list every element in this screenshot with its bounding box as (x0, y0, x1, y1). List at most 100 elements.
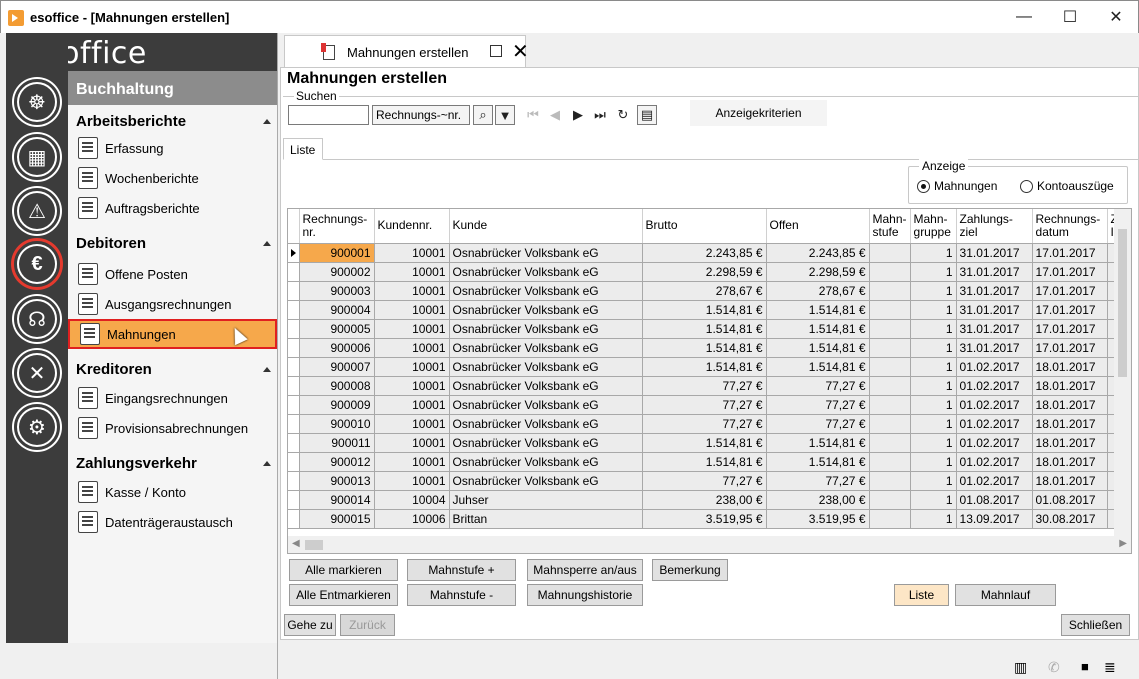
table-cell[interactable]: Osnabrücker Volksbank eG (449, 471, 643, 491)
table-cell[interactable] (869, 490, 911, 510)
close-tab-icon[interactable]: ✕ (512, 39, 529, 64)
row-indicator[interactable] (288, 395, 300, 415)
table-cell[interactable] (869, 395, 911, 415)
table-cell[interactable]: 1.514,81 € (642, 319, 767, 339)
table-cell[interactable]: 900003 (299, 281, 375, 301)
table-cell[interactable]: 18.01.2017 (1032, 433, 1108, 453)
table-cell[interactable]: Osnabrücker Volksbank eG (449, 376, 643, 396)
table-cell[interactable]: 2.298,59 € (642, 262, 767, 282)
table-cell[interactable]: 10001 (374, 414, 450, 434)
table-cell[interactable] (869, 452, 911, 472)
table-cell[interactable] (869, 281, 911, 301)
table-cell[interactable]: 77,27 € (642, 395, 767, 415)
row-indicator[interactable] (288, 376, 300, 396)
menu-item-ausgangsrechnungen[interactable]: Ausgangsrechnungen (68, 289, 277, 319)
row-indicator[interactable] (288, 300, 300, 320)
tab-mahnungen-erstellen[interactable]: Mahnungen erstellen ✕ (284, 35, 529, 67)
table-cell[interactable]: 900006 (299, 338, 375, 358)
table-cell[interactable]: 278,67 € (766, 281, 870, 301)
table-cell[interactable]: Osnabrücker Volksbank eG (449, 281, 643, 301)
table-cell[interactable]: 1 (910, 395, 957, 415)
menu-item-erfassung[interactable]: Erfassung (68, 133, 277, 163)
table-row[interactable]: 900008 10001 Osnabrücker Volksbank eG 77,27… (288, 376, 1122, 396)
column-header[interactable]: Rechnungs-nr. (299, 209, 375, 244)
table-row[interactable]: 900004 10001 Osnabrücker Volksbank eG 1.514… (288, 300, 1122, 320)
rail-support-button[interactable]: ☊ (14, 296, 60, 342)
table-cell[interactable]: Osnabrücker Volksbank eG (449, 414, 643, 434)
table-cell[interactable]: Osnabrücker Volksbank eG (449, 243, 643, 263)
table-cell[interactable]: 01.02.2017 (956, 433, 1033, 453)
table-row[interactable]: 900009 10001 Osnabrücker Volksbank eG 77,27… (288, 395, 1122, 415)
table-cell[interactable]: 1 (910, 300, 957, 320)
radio-kontoauszuege[interactable]: Kontoauszüge (1020, 179, 1114, 193)
menu-item-provisionsabrechnungen[interactable]: Provisionsabrechnungen (68, 413, 277, 443)
mahnlauf-button[interactable]: Mahnlauf (955, 584, 1056, 606)
table-cell[interactable]: 1 (910, 490, 957, 510)
table-cell[interactable]: 1 (910, 338, 957, 358)
table-cell[interactable]: 18.01.2017 (1032, 414, 1108, 434)
rail-tools-button[interactable]: ✕ (14, 350, 60, 396)
scroll-left-icon[interactable]: ◀ (292, 538, 300, 549)
table-cell[interactable] (869, 262, 911, 282)
table-cell[interactable]: 1 (910, 357, 957, 377)
table-cell[interactable]: 900007 (299, 357, 375, 377)
table-cell[interactable]: 2.243,85 € (766, 243, 870, 263)
section-arbeitsberichte[interactable]: Arbeitsberichte (68, 105, 277, 133)
table-cell[interactable]: 900011 (299, 433, 375, 453)
table-cell[interactable]: 17.01.2017 (1032, 338, 1108, 358)
table-row[interactable]: 900012 10001 Osnabrücker Volksbank eG 1.514… (288, 452, 1122, 472)
minimize-button[interactable]: — (1001, 1, 1047, 33)
phone-icon[interactable]: ✆ (1048, 659, 1062, 675)
table-cell[interactable]: 10001 (374, 471, 450, 491)
table-cell[interactable]: 31.01.2017 (956, 281, 1033, 301)
table-cell[interactable] (869, 414, 911, 434)
table-cell[interactable]: Osnabrücker Volksbank eG (449, 319, 643, 339)
table-cell[interactable]: 10001 (374, 376, 450, 396)
table-cell[interactable]: 10006 (374, 509, 450, 529)
table-cell[interactable]: 77,27 € (766, 414, 870, 434)
table-cell[interactable]: 1.514,81 € (766, 357, 870, 377)
row-indicator[interactable] (288, 433, 300, 453)
table-cell[interactable]: 13.09.2017 (956, 509, 1033, 529)
vertical-scrollbar[interactable] (1114, 209, 1131, 538)
table-cell[interactable]: 1 (910, 471, 957, 491)
horizontal-scrollbar[interactable]: ◀ ▶ (288, 536, 1131, 553)
table-cell[interactable]: 77,27 € (642, 414, 767, 434)
liste-button[interactable]: Liste (894, 584, 949, 606)
table-cell[interactable]: 1 (910, 452, 957, 472)
table-cell[interactable]: 1 (910, 319, 957, 339)
row-indicator[interactable] (288, 281, 300, 301)
refresh-icon[interactable]: ↻ (613, 105, 633, 125)
table-cell[interactable]: 77,27 € (766, 376, 870, 396)
table-cell[interactable]: 900013 (299, 471, 375, 491)
table-cell[interactable]: 31.01.2017 (956, 300, 1033, 320)
row-indicator[interactable] (288, 319, 300, 339)
table-cell[interactable]: 900014 (299, 490, 375, 510)
table-row[interactable]: 900015 10006 Brittan 3.519,95 €3.519,95 €1 1… (288, 509, 1122, 529)
table-row[interactable]: 900002 10001 Osnabrücker Volksbank eG 2.298… (288, 262, 1122, 282)
table-cell[interactable] (869, 357, 911, 377)
table-cell[interactable]: 1.514,81 € (766, 452, 870, 472)
alle-entmarkieren-button[interactable]: Alle Entmarkieren (289, 584, 398, 606)
table-cell[interactable]: 1.514,81 € (642, 433, 767, 453)
table-cell[interactable]: 238,00 € (766, 490, 870, 510)
table-cell[interactable]: 18.01.2017 (1032, 471, 1108, 491)
table-cell[interactable]: 278,67 € (642, 281, 767, 301)
table-row[interactable]: 900005 10001 Osnabrücker Volksbank eG 1.514… (288, 319, 1122, 339)
table-cell[interactable]: 31.01.2017 (956, 243, 1033, 263)
row-indicator[interactable] (288, 357, 300, 377)
next-record-icon[interactable]: ▶ (568, 105, 588, 125)
row-indicator[interactable] (288, 243, 300, 263)
menu-item-kasse-konto[interactable]: Kasse / Konto (68, 477, 277, 507)
search-field-selector[interactable]: Rechnungs-~nr. (372, 105, 470, 125)
row-indicator[interactable] (288, 452, 300, 472)
table-row[interactable]: 900014 10004 Juhser 238,00 €238,00 €1 01.08.… (288, 490, 1122, 510)
table-cell[interactable]: 01.02.2017 (956, 471, 1033, 491)
table-cell[interactable]: 900012 (299, 452, 375, 472)
mahnsperre-button[interactable]: Mahnsperre an/aus (527, 559, 643, 581)
column-header[interactable]: Zahlungs-ziel (956, 209, 1033, 244)
menu-item-auftragsberichte[interactable]: Auftragsberichte (68, 193, 277, 223)
table-cell[interactable]: 18.01.2017 (1032, 395, 1108, 415)
row-indicator[interactable] (288, 338, 300, 358)
table-cell[interactable]: 2.298,59 € (766, 262, 870, 282)
